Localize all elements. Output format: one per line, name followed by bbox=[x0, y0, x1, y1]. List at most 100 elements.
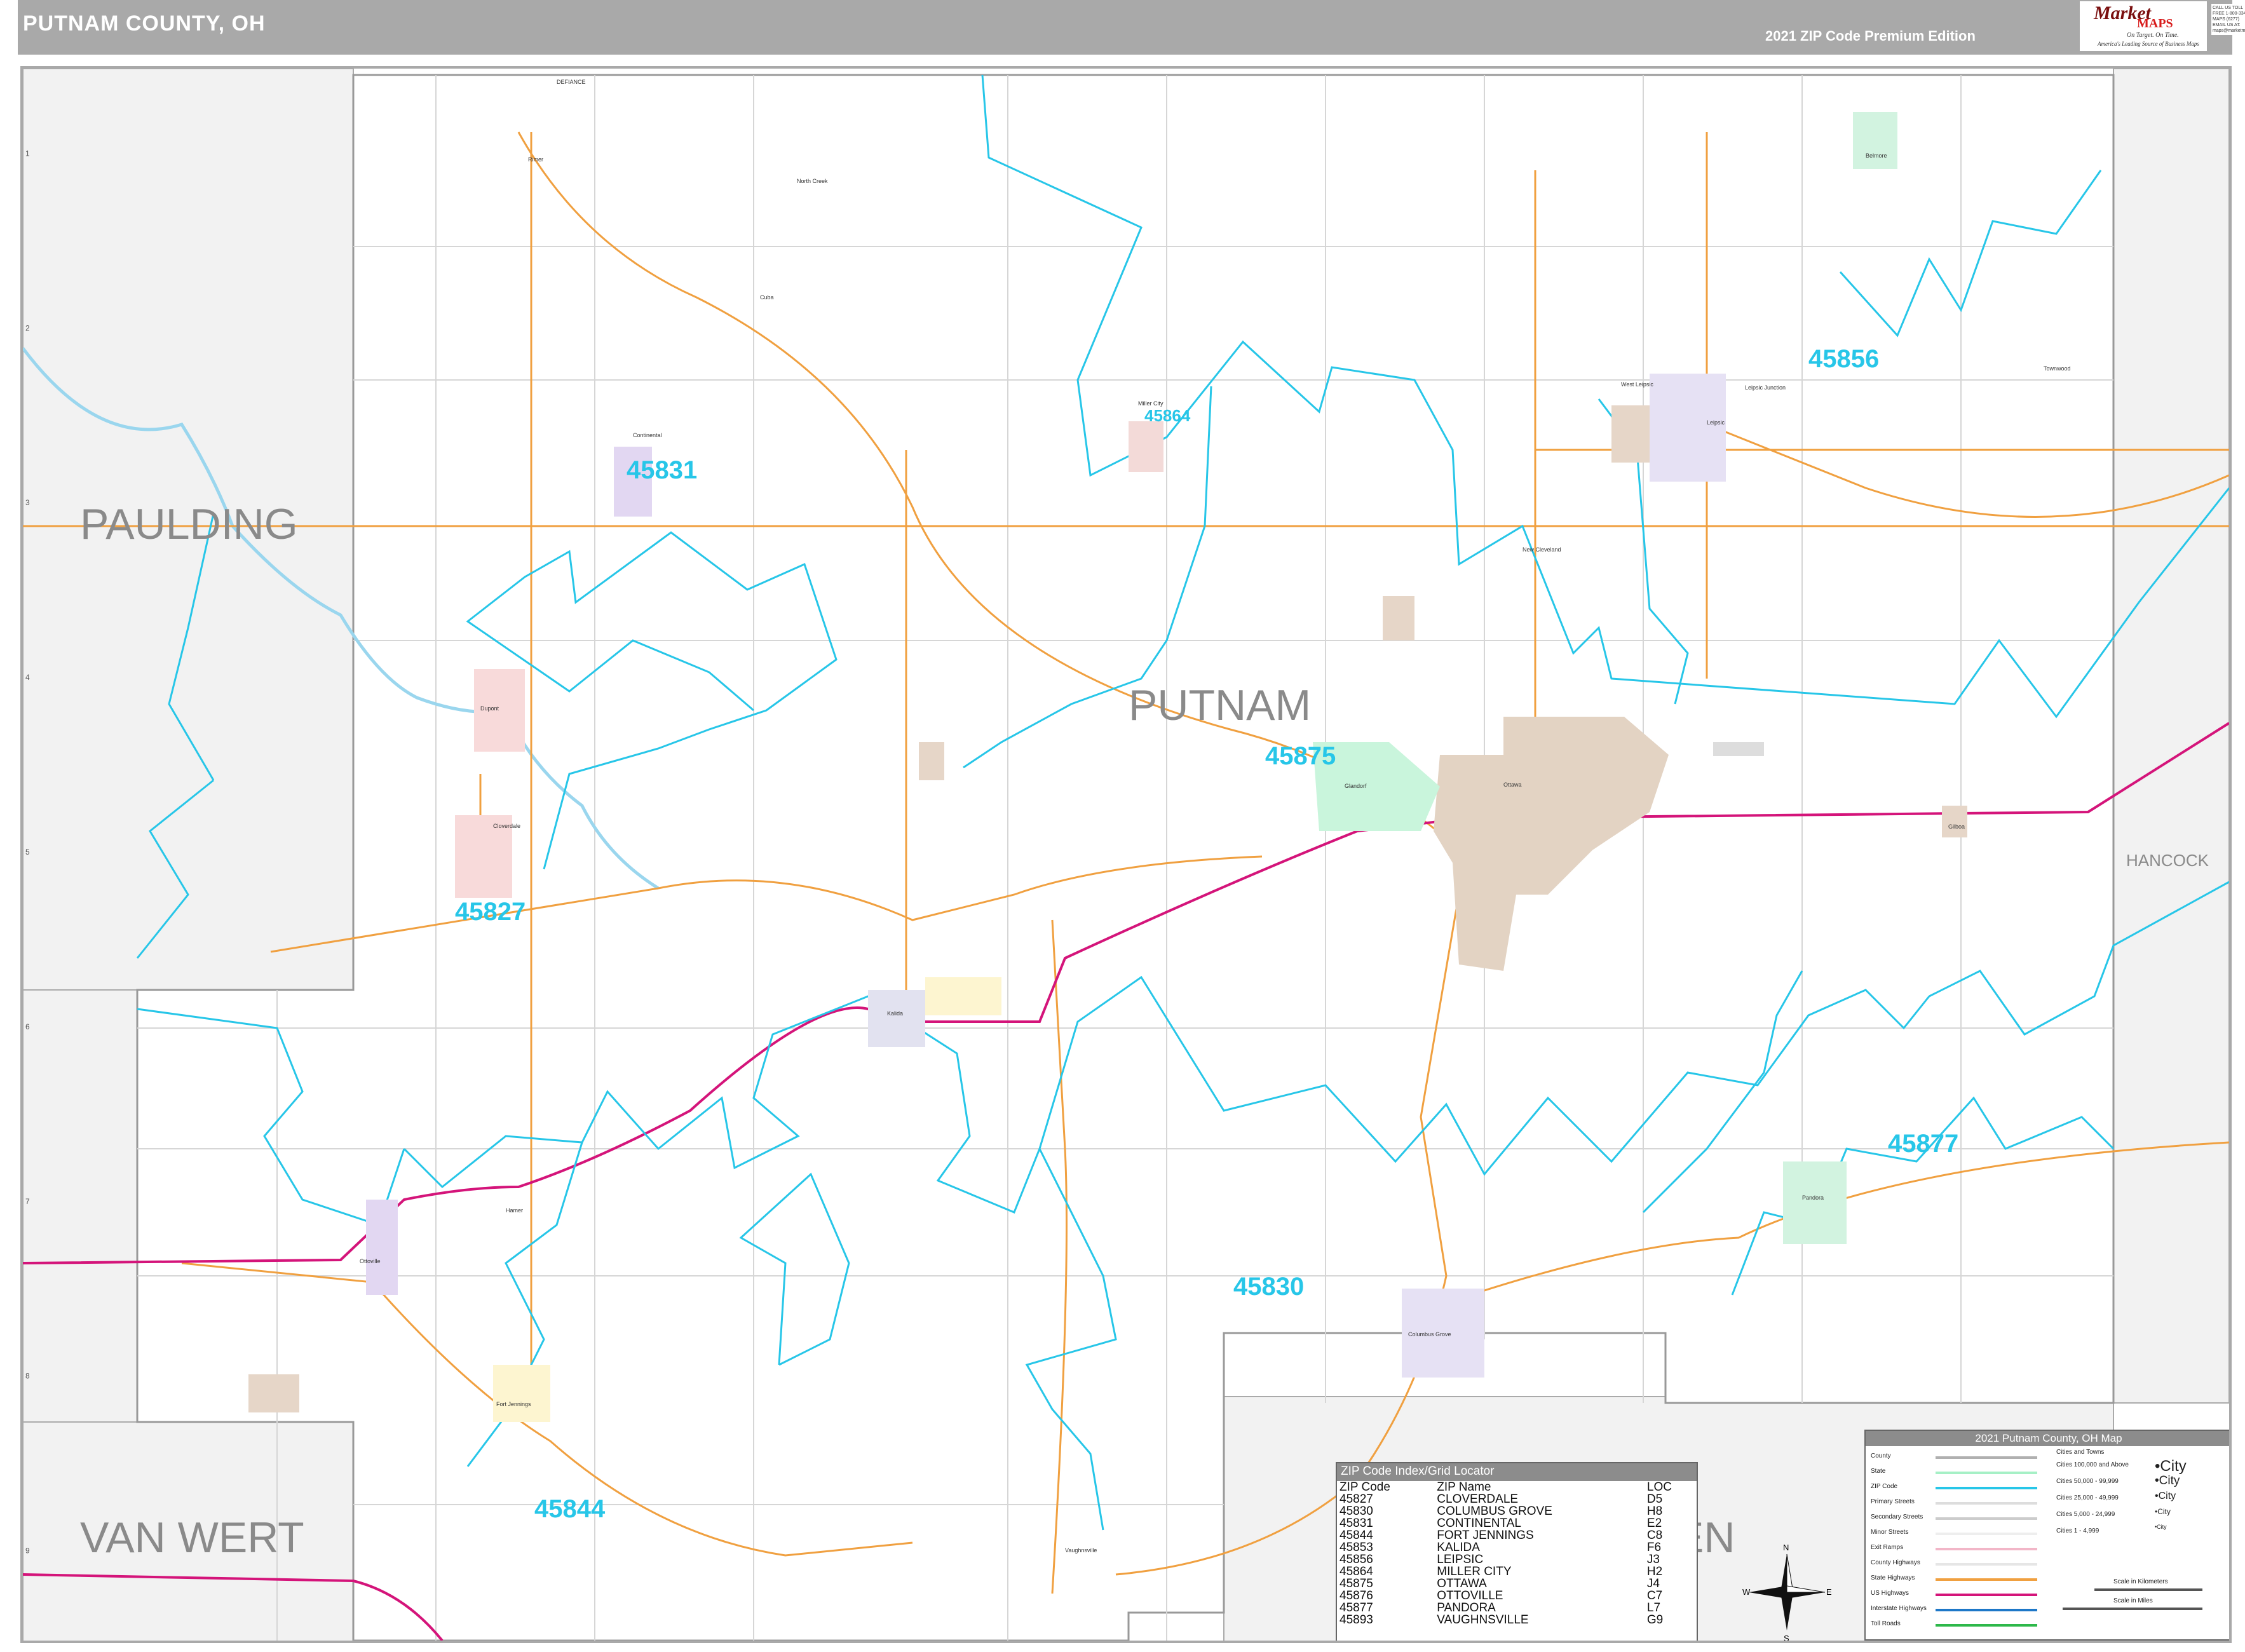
zip-name-cell: COLUMBUS GROVE bbox=[1437, 1505, 1552, 1518]
zip-loc-cell: L7 bbox=[1646, 1601, 1661, 1615]
edition-label: 2021 ZIP Code Premium Edition bbox=[1765, 28, 1976, 44]
zip-code-index: ZIP Code Index/Grid Locator ZIP Code ZIP… bbox=[1336, 1462, 1698, 1641]
zip-name-cell: OTTOVILLE bbox=[1437, 1589, 1503, 1602]
hancock-county-area bbox=[2113, 69, 2229, 1404]
zip-index-row: 45893 VAUGHNSVILLE G9 bbox=[1337, 1614, 1697, 1626]
zip-code-cell: 45853 bbox=[1340, 1541, 1373, 1554]
place-gilboa: Gilboa bbox=[1948, 823, 1965, 830]
legend-item-swatch bbox=[1936, 1594, 2037, 1596]
legend-city-label: Cities 1 - 4,999 bbox=[2056, 1527, 2099, 1534]
zip-index-row: 45875 OTTAWA J4 bbox=[1337, 1578, 1697, 1590]
grid-row-3: 3 bbox=[25, 498, 30, 507]
place-ottoville: Ottoville bbox=[360, 1258, 381, 1264]
zip-index-row: 45877 PANDORA L7 bbox=[1337, 1602, 1697, 1614]
legend-item-label: Minor Streets bbox=[1871, 1529, 1909, 1536]
place-leipsic: Leipsic bbox=[1707, 419, 1725, 426]
zip-loc-cell: C7 bbox=[1646, 1589, 1663, 1602]
legend-item-label: US Highways bbox=[1871, 1590, 1909, 1597]
legend-item-swatch bbox=[1936, 1472, 2037, 1474]
zip-index-row: 45831 CONTINENTAL E2 bbox=[1337, 1517, 1697, 1529]
logo-subtagline: America's Leading Source of Business Map… bbox=[2098, 41, 2199, 47]
zip-loc-cell: H8 bbox=[1646, 1505, 1663, 1518]
legend-city-label: Cities 50,000 - 99,999 bbox=[2056, 1478, 2119, 1485]
scale-bar-km bbox=[2094, 1588, 2202, 1591]
zip-code-cell: 45831 bbox=[1340, 1517, 1373, 1530]
market-maps-logo: Market MAPS On Target. On Time. America'… bbox=[2080, 1, 2207, 51]
zip-index-header-row: ZIP Code ZIP Name LOC bbox=[1337, 1481, 1697, 1493]
county-map[interactable]: ABCDEFGHIJKLM 123456789 bbox=[23, 69, 2229, 1641]
zip-label-45875: 45875 bbox=[1265, 742, 1336, 770]
zip-label-45864: 45864 bbox=[1144, 406, 1191, 425]
zip-loc-cell: J4 bbox=[1646, 1577, 1660, 1590]
legend-item-swatch bbox=[1936, 1487, 2037, 1489]
legend-item-swatch bbox=[1936, 1624, 2037, 1627]
zip-index-row: 45844 FORT JENNINGS C8 bbox=[1337, 1529, 1697, 1541]
legend-item-label: Interstate Highways bbox=[1871, 1605, 1927, 1612]
legend-item-swatch bbox=[1936, 1502, 2037, 1505]
place-miller-city: Miller City bbox=[1138, 400, 1163, 407]
logo-word-maps: MAPS bbox=[2137, 17, 2173, 30]
legend-item-swatch bbox=[1936, 1548, 2037, 1550]
zip-name-cell: CONTINENTAL bbox=[1437, 1517, 1521, 1530]
place-hamer: Hamer bbox=[506, 1207, 523, 1214]
map-frame[interactable]: ABCDEFGHIJKLM 123456789 bbox=[20, 66, 2232, 1643]
grid-row-2: 2 bbox=[25, 323, 30, 332]
legend-scale-km: Scale in Kilometers bbox=[2113, 1578, 2168, 1585]
legend-title: 2021 Putnam County, OH Map bbox=[1866, 1431, 2229, 1446]
county-label-putnam: PUTNAM bbox=[1129, 681, 1311, 729]
map-header: PUTNAM COUNTY, OH 2021 ZIP Code Premium … bbox=[18, 0, 2245, 55]
zip-code-cell: 45827 bbox=[1340, 1493, 1373, 1506]
legend-item-swatch bbox=[1936, 1533, 2037, 1535]
zip-label-45831: 45831 bbox=[627, 456, 697, 484]
legend-item-label: Secondary Streets bbox=[1871, 1513, 1923, 1520]
place-kalida: Kalida bbox=[887, 1010, 903, 1017]
compass-e: E bbox=[1826, 1587, 1831, 1597]
zip-name-cell: PANDORA bbox=[1437, 1601, 1496, 1615]
zip-code-cell: 45864 bbox=[1340, 1565, 1373, 1578]
contact-info: CALL US TOLL FREE 1-800-334-MAPS (6277) … bbox=[2211, 4, 2245, 35]
place-north-creek: North Creek bbox=[797, 178, 828, 184]
legend-city-sample: •City bbox=[2155, 1524, 2167, 1530]
zip-index-header-code: ZIP Code bbox=[1340, 1480, 1390, 1494]
legend-item-swatch bbox=[1936, 1609, 2037, 1611]
zip-loc-cell: F6 bbox=[1646, 1541, 1662, 1554]
place-west-leipsic: West Leipsic bbox=[1621, 381, 1653, 388]
grid-row-7: 7 bbox=[25, 1197, 30, 1206]
place-cuba: Cuba bbox=[760, 294, 774, 301]
place-columbus-grove: Columbus Grove bbox=[1408, 1331, 1451, 1337]
zip-name-cell: MILLER CITY bbox=[1437, 1565, 1512, 1578]
legend-item-label: Toll Roads bbox=[1871, 1620, 1901, 1627]
place-pandora: Pandora bbox=[1802, 1195, 1824, 1201]
place-continental: Continental bbox=[633, 432, 662, 438]
zip-code-cell: 45877 bbox=[1340, 1601, 1373, 1615]
legend-city-sample: •City bbox=[2155, 1474, 2180, 1487]
zip-code-cell: 45844 bbox=[1340, 1529, 1373, 1542]
legend-item-swatch bbox=[1936, 1517, 2037, 1520]
grid-row-5: 5 bbox=[25, 848, 30, 856]
legend-item-label: Primary Streets bbox=[1871, 1498, 1915, 1505]
legend-item-label: County bbox=[1871, 1452, 1891, 1459]
zip-code-cell: 45876 bbox=[1340, 1589, 1373, 1602]
zip-label-45856: 45856 bbox=[1808, 345, 1879, 373]
logo-tagline: On Target. On Time. bbox=[2127, 32, 2179, 39]
zip-index-row: 45856 LEIPSIC J3 bbox=[1337, 1554, 1697, 1566]
zip-index-header-loc: LOC bbox=[1646, 1480, 1672, 1494]
zip-index-table: ZIP Code ZIP Name LOC 45827 CLOVERDALE D5 4… bbox=[1337, 1481, 1697, 1626]
county-label-vanwert: VAN WERT bbox=[80, 1513, 304, 1562]
place-new-cleveland: New Cleveland bbox=[1523, 546, 1561, 553]
zip-index-row: 45853 KALIDA F6 bbox=[1337, 1541, 1697, 1554]
zip-index-rows: 45827 CLOVERDALE D5 45830 COLUMBUS GROVE H8 45… bbox=[1337, 1493, 1697, 1626]
legend-city-label: Cities 5,000 - 24,999 bbox=[2056, 1511, 2115, 1518]
zip-name-cell: FORT JENNINGS bbox=[1437, 1529, 1534, 1542]
place-leipsic-junction: Leipsic Junction bbox=[1745, 384, 1786, 391]
compass-rose: N S E W bbox=[1742, 1543, 1831, 1641]
zip-label-45877: 45877 bbox=[1888, 1130, 1958, 1158]
zip-loc-cell: J3 bbox=[1646, 1553, 1660, 1566]
legend-city-label: Cities 100,000 and Above bbox=[2056, 1461, 2129, 1468]
zip-index-row: 45830 COLUMBUS GROVE H8 bbox=[1337, 1505, 1697, 1517]
place-townwood: Townwood bbox=[2044, 365, 2071, 372]
county-label-paulding: PAULDING bbox=[80, 500, 298, 548]
legend-item-swatch bbox=[1936, 1456, 2037, 1459]
zip-index-header-name: ZIP Name bbox=[1437, 1480, 1491, 1494]
place-glandorf: Glandorf bbox=[1345, 783, 1367, 789]
